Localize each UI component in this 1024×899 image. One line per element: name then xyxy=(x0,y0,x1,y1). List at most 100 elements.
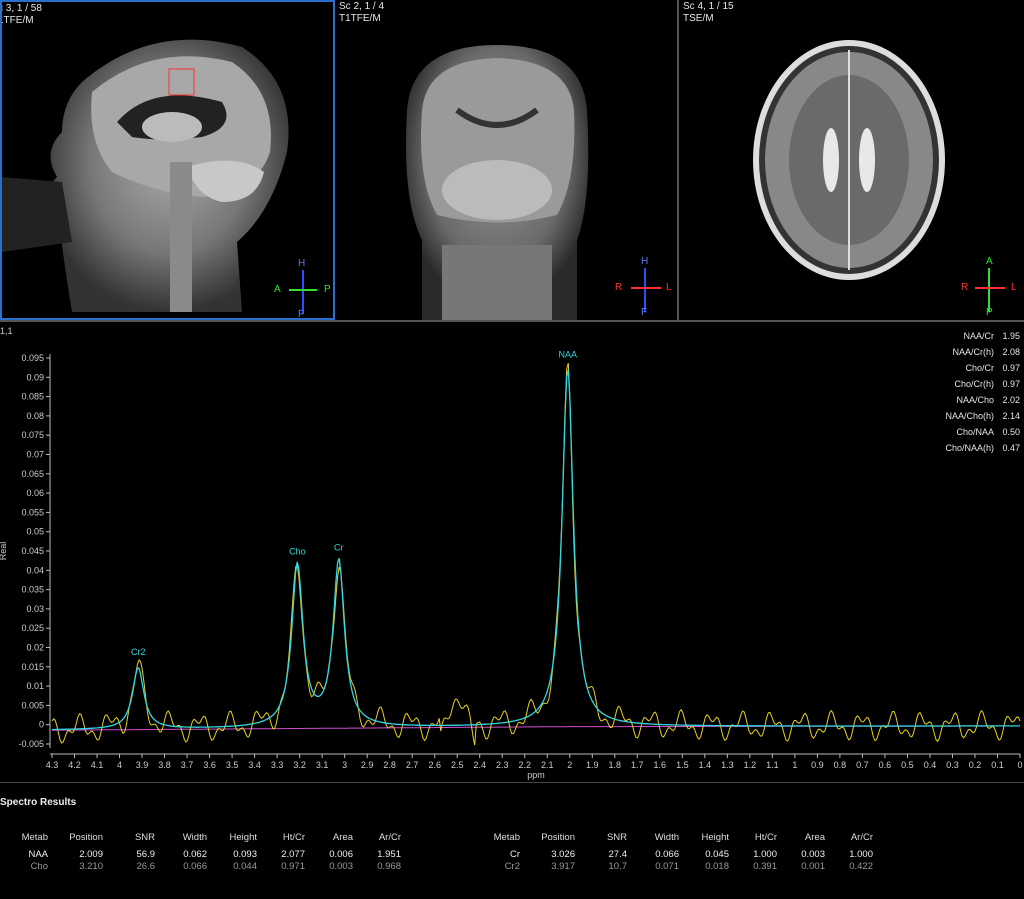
results-header: Ht/Cr xyxy=(754,831,777,843)
results-row: Cr2 3.917 10.7 0.071 0.018 0.391 0.001 0.422 xyxy=(472,860,873,872)
results-cell: 1.000 xyxy=(753,848,777,860)
x-tick-label: 3.3 xyxy=(271,760,284,770)
results-cell: 0.006 xyxy=(329,848,353,860)
results-table-left: Metab Position SNR Width Height Ht/Cr Area Ar/C… xyxy=(0,826,401,872)
results-row: Cho 3.210 26.6 0.066 0.044 0.971 0.003 0.968 xyxy=(0,860,401,872)
x-tick-label: 0.4 xyxy=(924,760,937,770)
raw-series xyxy=(51,362,1021,746)
x-tick-label: 3.7 xyxy=(181,760,194,770)
ratio-value: 2.08 xyxy=(1002,347,1020,357)
x-tick-label: 0.2 xyxy=(969,760,982,770)
x-tick-label: 1.6 xyxy=(654,760,667,770)
x-tick-label: 3.9 xyxy=(136,760,149,770)
ratio-row: NAA/Cr 1.95 xyxy=(900,328,1020,344)
y-tick-label: 0.085 xyxy=(21,392,44,402)
results-row: NAA 2.009 56.9 0.062 0.093 2.077 0.006 1.951 xyxy=(0,848,401,860)
orient-bottom: P xyxy=(986,307,993,318)
y-tick-label: 0.075 xyxy=(21,430,44,440)
y-tick-label: 0.07 xyxy=(26,450,44,460)
spectrum-plot[interactable]: 0.095 0.09 0.085 0.08 0.075 0.07 0.065 0.06 0.05… xyxy=(0,322,1024,780)
x-tick-label: 2.9 xyxy=(361,760,374,770)
ratio-row: Cho/Cr(h) 0.97 xyxy=(900,376,1020,392)
results-header: Height xyxy=(229,831,257,843)
ratio-row: NAA/Cr(h) 2.08 xyxy=(900,344,1020,360)
x-tick-label: 2.2 xyxy=(518,760,531,770)
y-tick-label: 0.095 xyxy=(21,353,44,363)
results-cell: 26.6 xyxy=(136,860,156,872)
ratio-value: 0.47 xyxy=(1002,443,1020,453)
results-row: Cr 3.026 27.4 0.066 0.045 1.000 0.003 1.000 xyxy=(472,848,873,860)
orient-left: A xyxy=(274,284,281,295)
results-cell: 3.917 xyxy=(551,860,575,872)
results-cell: NAA xyxy=(28,848,48,860)
results-cell: 0.093 xyxy=(233,848,257,860)
x-tick-label: 4 xyxy=(117,760,122,770)
viewport-coronal[interactable]: Sc 2, 1 / 4 T1TFE/M H F R L xyxy=(337,0,679,320)
orient-right: L xyxy=(666,282,672,293)
y-tick-label: 0.035 xyxy=(21,585,44,595)
results-header: Width xyxy=(182,831,207,843)
x-tick-label: 3 xyxy=(342,760,347,770)
results-header: Metab xyxy=(493,831,520,843)
y-tick-label: 0 xyxy=(39,720,44,730)
orient-left: R xyxy=(615,282,623,293)
ratio-name: NAA/Cr xyxy=(963,331,994,341)
x-tick-label: 2.3 xyxy=(496,760,509,770)
y-tick-label: 0.065 xyxy=(21,469,44,479)
x-tick-label: 0.8 xyxy=(834,760,847,770)
y-axis-label: Real xyxy=(0,542,8,561)
results-cell: 0.071 xyxy=(655,860,679,872)
fit-series xyxy=(52,369,1020,731)
orient-right: P xyxy=(324,284,331,295)
results-cell: 0.003 xyxy=(329,860,353,872)
results-cell: Cr2 xyxy=(504,860,520,872)
x-tick-label: 4.1 xyxy=(91,760,104,770)
results-header: Height xyxy=(701,831,729,843)
x-tick-label: 2.1 xyxy=(541,760,554,770)
x-tick-label: 1.4 xyxy=(699,760,712,770)
ratio-row: NAA/Cho 2.02 xyxy=(900,392,1020,408)
viewport-sequence-label: T1TFE/M xyxy=(339,13,381,24)
x-tick-label: 1.5 xyxy=(676,760,689,770)
y-tick-label: 0.01 xyxy=(26,681,44,691)
y-tick-label: 0.08 xyxy=(26,411,44,421)
results-cell: 0.044 xyxy=(233,860,257,872)
results-cell: 0.003 xyxy=(801,848,825,860)
viewport-axial[interactable]: Sc 4, 1 / 15 TSE/M A P R L xyxy=(681,0,1024,320)
y-tick-label: 0.06 xyxy=(26,488,44,498)
x-tick-label: 3.1 xyxy=(316,760,329,770)
orient-top: H xyxy=(298,258,306,269)
x-tick-label: 0 xyxy=(1017,760,1022,770)
y-tick-label: 0.045 xyxy=(21,546,44,556)
orient-right: L xyxy=(1011,282,1017,293)
x-tick-label: 1.7 xyxy=(631,760,644,770)
y-tick-label: 0.09 xyxy=(26,372,44,382)
y-tick-label: 0.02 xyxy=(26,643,44,653)
ratio-name: NAA/Cho xyxy=(956,395,994,405)
ratio-row: Cho/NAA 0.50 xyxy=(900,424,1020,440)
ratio-value: 1.95 xyxy=(1002,331,1020,341)
results-cell: 0.062 xyxy=(183,848,207,860)
viewport-sagittal[interactable]: c 3, 1 / 58 1TFE/M H F A P xyxy=(0,0,335,320)
results-cell: 1.951 xyxy=(377,848,401,860)
x-tick-label: 0.9 xyxy=(811,760,824,770)
viewport-series-label: Sc 4, 1 / 15 xyxy=(683,1,734,12)
peak-label: Cr2 xyxy=(131,647,146,657)
ratio-name: Cho/NAA(h) xyxy=(945,443,994,453)
ratio-row: NAA/Cho(h) 2.14 xyxy=(900,408,1020,424)
results-table-right: Metab Position SNR Width Height Ht/Cr Area Ar/C… xyxy=(472,826,873,872)
orient-top: H xyxy=(641,256,649,267)
ratio-value: 2.02 xyxy=(1002,395,1020,405)
results-cell: Cr xyxy=(509,848,520,860)
ratio-name: NAA/Cr(h) xyxy=(952,347,994,357)
results-cell: 0.391 xyxy=(753,860,777,872)
x-tick-label: 0.6 xyxy=(879,760,892,770)
y-tick-label: 0.03 xyxy=(26,604,44,614)
ratio-row: Cho/NAA(h) 0.47 xyxy=(900,440,1020,456)
ratio-row: Cho/Cr 0.97 xyxy=(900,360,1020,376)
x-tick-label: 4.3 xyxy=(46,760,59,770)
results-cell: 0.066 xyxy=(655,848,679,860)
results-cell: 0.422 xyxy=(849,860,873,872)
x-tick-label: 0.5 xyxy=(901,760,914,770)
viewport-series-label: Sc 2, 1 / 4 xyxy=(339,1,385,12)
